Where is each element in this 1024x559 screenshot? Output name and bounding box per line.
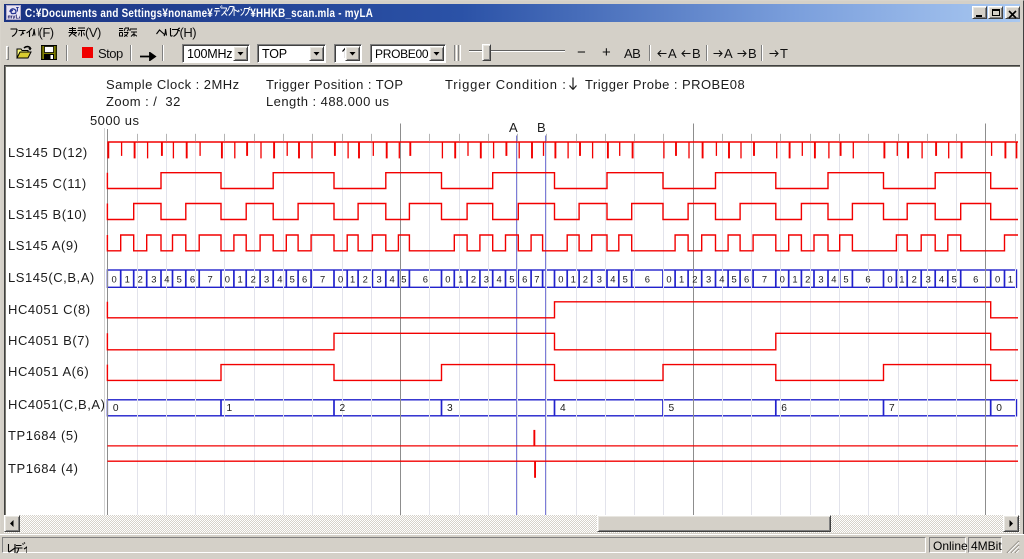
svg-text:0: 0 [338, 274, 343, 285]
svg-text:3: 3 [926, 274, 931, 285]
svg-text:7: 7 [207, 274, 212, 285]
svg-text:2: 2 [340, 403, 346, 414]
svg-text:6: 6 [522, 274, 527, 285]
svg-text:2: 2 [363, 274, 368, 285]
svg-text:5: 5 [952, 274, 957, 285]
svg-text:0: 0 [780, 274, 785, 285]
svg-text:1: 1 [679, 274, 684, 285]
svg-text:1: 1 [237, 274, 242, 285]
svg-text:4: 4 [939, 274, 944, 285]
svg-text:0: 0 [445, 274, 450, 285]
svg-text:1: 1 [227, 403, 233, 414]
svg-text:4: 4 [560, 403, 566, 414]
svg-text:4: 4 [277, 274, 282, 285]
svg-text:0: 0 [225, 274, 230, 285]
svg-text:1: 1 [125, 274, 130, 285]
svg-text:1: 1 [350, 274, 355, 285]
svg-text:7: 7 [320, 274, 325, 285]
svg-text:5: 5 [731, 274, 736, 285]
svg-text:0: 0 [996, 403, 1002, 414]
svg-text:5: 5 [290, 274, 295, 285]
svg-text:6: 6 [781, 403, 787, 414]
svg-text:6: 6 [865, 274, 870, 285]
svg-text:2: 2 [583, 274, 588, 285]
svg-text:2: 2 [138, 274, 143, 285]
svg-text:3: 3 [706, 274, 711, 285]
svg-text:4: 4 [831, 274, 836, 285]
svg-text:3: 3 [818, 274, 823, 285]
svg-text:5: 5 [177, 274, 182, 285]
svg-text:3: 3 [151, 274, 156, 285]
svg-text:5: 5 [509, 274, 514, 285]
svg-text:4: 4 [389, 274, 394, 285]
svg-text:6: 6 [302, 274, 307, 285]
svg-text:7: 7 [762, 274, 767, 285]
svg-text:3: 3 [264, 274, 269, 285]
svg-text:3: 3 [376, 274, 381, 285]
svg-text:5: 5 [843, 274, 848, 285]
svg-text:0: 0 [113, 403, 119, 414]
svg-text:3: 3 [597, 274, 602, 285]
svg-text:2: 2 [471, 274, 476, 285]
svg-text:6: 6 [973, 274, 978, 285]
svg-text:4: 4 [164, 274, 169, 285]
svg-text:7: 7 [889, 403, 895, 414]
svg-text:1: 1 [1008, 274, 1013, 285]
svg-text:2: 2 [692, 274, 697, 285]
svg-text:7: 7 [534, 274, 539, 285]
svg-text:0: 0 [558, 274, 563, 285]
svg-text:4: 4 [496, 274, 501, 285]
svg-text:0: 0 [111, 274, 116, 285]
svg-text:1: 1 [792, 274, 797, 285]
svg-text:6: 6 [190, 274, 195, 285]
svg-text:4: 4 [610, 274, 615, 285]
svg-text:6: 6 [423, 274, 428, 285]
svg-text:5: 5 [623, 274, 628, 285]
svg-text:1: 1 [458, 274, 463, 285]
svg-text:3: 3 [484, 274, 489, 285]
svg-text:2: 2 [912, 274, 917, 285]
svg-text:5: 5 [401, 274, 406, 285]
svg-text:0: 0 [995, 274, 1000, 285]
svg-text:5: 5 [669, 403, 675, 414]
svg-text:3: 3 [447, 403, 453, 414]
svg-text:1: 1 [899, 274, 904, 285]
svg-text:0: 0 [666, 274, 671, 285]
svg-text:1: 1 [571, 274, 576, 285]
svg-text:6: 6 [645, 274, 650, 285]
svg-text:6: 6 [744, 274, 749, 285]
svg-text:4: 4 [719, 274, 724, 285]
svg-text:2: 2 [251, 274, 256, 285]
svg-text:2: 2 [805, 274, 810, 285]
svg-text:0: 0 [887, 274, 892, 285]
